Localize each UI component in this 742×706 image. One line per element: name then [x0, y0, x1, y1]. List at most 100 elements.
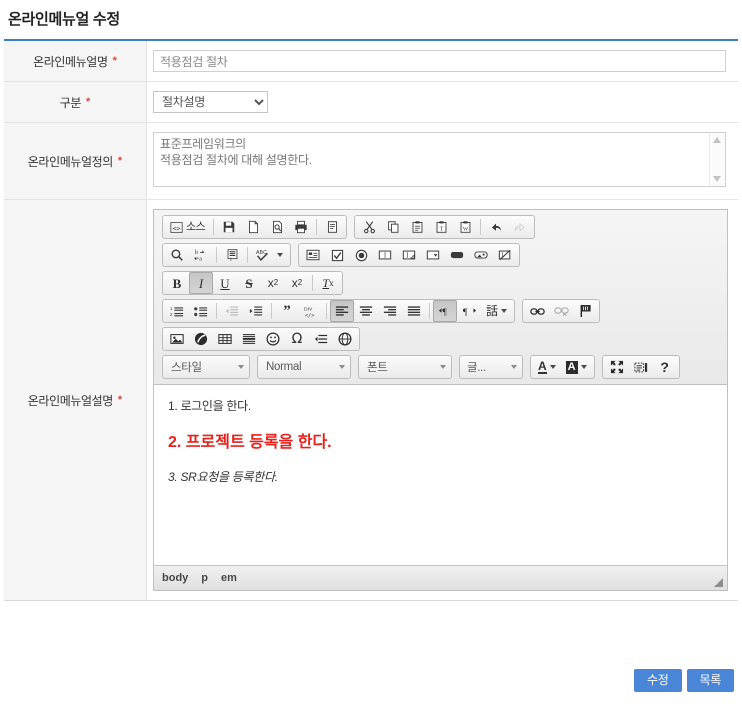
bulleted-list-icon[interactable] [189, 300, 213, 322]
flash-icon[interactable] [189, 328, 213, 350]
font-size-combo[interactable]: 글... [459, 355, 523, 379]
align-left-icon[interactable] [330, 300, 354, 322]
text-color-label: A [538, 360, 547, 374]
strike-icon[interactable]: S [237, 272, 261, 294]
underline-icon[interactable]: U [213, 272, 237, 294]
about-icon[interactable]: ? [653, 356, 677, 378]
bg-color-icon[interactable]: A [561, 356, 592, 378]
svg-text:2: 2 [170, 312, 173, 317]
category-select[interactable]: 절차설명 [153, 91, 268, 113]
page-break-icon[interactable] [309, 328, 333, 350]
toolbar-group-clipboard: T W [354, 215, 535, 239]
svg-text:b: b [195, 250, 198, 256]
toolbar-group-tools: ? [602, 355, 680, 379]
align-right-icon[interactable] [378, 300, 402, 322]
editor-status-bar: body p em [154, 565, 727, 590]
find-icon[interactable] [165, 244, 189, 266]
link-icon[interactable] [525, 300, 549, 322]
paste-text-icon[interactable]: T [429, 216, 453, 238]
smiley-icon[interactable] [261, 328, 285, 350]
source-label: 소스 [186, 222, 205, 233]
list-button[interactable]: 목록 [687, 669, 734, 692]
select-all-icon[interactable]: I [220, 244, 244, 266]
create-div-icon[interactable]: DIV</> [299, 300, 323, 322]
form-icon[interactable] [301, 244, 325, 266]
superscript-icon[interactable]: x2 [285, 272, 309, 294]
show-blocks-icon[interactable] [629, 356, 653, 378]
footer-actions: 수정 목록 [634, 669, 734, 692]
svg-text:DIV: DIV [304, 306, 313, 312]
special-char-icon[interactable]: Ω [285, 328, 309, 350]
subscript-icon[interactable]: x2 [261, 272, 285, 294]
element-path-p[interactable]: p [201, 572, 208, 584]
textarea-icon[interactable]: I [397, 244, 421, 266]
italic-icon[interactable]: I [189, 272, 213, 294]
align-center-icon[interactable] [354, 300, 378, 322]
horizontal-rule-icon[interactable] [237, 328, 261, 350]
resize-grip-icon[interactable] [714, 578, 723, 587]
cut-icon[interactable] [357, 216, 381, 238]
remove-format-icon[interactable]: Tx [316, 272, 340, 294]
editor-toolbar: <> 소스 [154, 210, 727, 385]
toolbar-group-paragraph: 12 [162, 299, 515, 323]
chevron-down-icon[interactable] [501, 309, 507, 313]
table-icon[interactable] [213, 328, 237, 350]
format-combo[interactable]: Normal [257, 355, 351, 379]
rtl-icon[interactable]: ¶ [457, 300, 481, 322]
numbered-list-icon[interactable]: 12 [165, 300, 189, 322]
label-cell-definition: 온라인메뉴얼정의 * [4, 123, 147, 199]
undo-icon[interactable] [484, 216, 508, 238]
paste-word-icon[interactable]: W [453, 216, 477, 238]
iframe-icon[interactable] [333, 328, 357, 350]
scroll-down-icon[interactable] [713, 176, 722, 182]
image-icon[interactable] [165, 328, 189, 350]
indent-icon[interactable] [244, 300, 268, 322]
print-icon[interactable] [289, 216, 313, 238]
hidden-field-icon[interactable]: I [493, 244, 517, 266]
value-cell-definition: 표준프레임워크의 적용점검 절차에 대해 설명한다. [147, 123, 738, 199]
blockquote-icon[interactable]: ” [275, 300, 299, 322]
bold-icon[interactable]: B [165, 272, 189, 294]
spellcheck-icon[interactable]: ABC [251, 244, 288, 266]
editor-content-area[interactable]: 1. 로그인을 한다. 2. 프로젝트 등록을 한다. 3. SR요청을 등록한… [154, 385, 727, 565]
definition-textarea[interactable]: 표준프레임워크의 적용점검 절차에 대해 설명한다. [153, 132, 726, 187]
font-size-combo-label: 글... [467, 359, 486, 375]
source-icon[interactable]: <> 소스 [165, 216, 210, 238]
element-path-em[interactable]: em [221, 572, 237, 584]
language-icon[interactable]: 話 [481, 300, 512, 322]
text-color-icon[interactable]: A [533, 356, 561, 378]
toolbar-group-insert: Ω [162, 327, 360, 351]
text-field-icon[interactable]: I [373, 244, 397, 266]
new-page-icon[interactable] [241, 216, 265, 238]
manual-name-input[interactable] [153, 50, 726, 72]
maximize-icon[interactable] [605, 356, 629, 378]
element-path-body[interactable]: body [162, 572, 188, 584]
ltr-icon[interactable]: ¶ [433, 300, 457, 322]
radio-icon[interactable] [349, 244, 373, 266]
label-cell-description: 온라인메뉴얼설명 * [4, 200, 147, 600]
checkbox-icon[interactable] [325, 244, 349, 266]
toolbar-group-links [522, 299, 600, 323]
paste-icon[interactable] [405, 216, 429, 238]
label-description: 온라인메뉴얼설명 [28, 392, 113, 409]
scroll-up-icon[interactable] [713, 137, 722, 143]
templates-icon[interactable] [320, 216, 344, 238]
copy-icon[interactable] [381, 216, 405, 238]
submit-button[interactable]: 수정 [634, 669, 681, 692]
replace-icon[interactable]: ba [189, 244, 213, 266]
label-manual-name: 온라인메뉴얼명 [33, 53, 107, 70]
preview-icon[interactable] [265, 216, 289, 238]
select-field-icon[interactable] [421, 244, 445, 266]
save-icon[interactable] [217, 216, 241, 238]
chevron-down-icon[interactable] [277, 253, 283, 257]
styles-combo[interactable]: 스타일 [162, 355, 250, 379]
definition-scrollbar[interactable] [709, 133, 725, 186]
button-icon[interactable] [445, 244, 469, 266]
toolbar-row-1: <> 소스 [162, 215, 723, 239]
justify-icon[interactable] [402, 300, 426, 322]
font-combo[interactable]: 폰트 [358, 355, 452, 379]
chevron-down-icon [511, 365, 517, 369]
anchor-icon[interactable] [573, 300, 597, 322]
image-button-icon[interactable] [469, 244, 493, 266]
styles-combo-label: 스타일 [171, 359, 202, 375]
